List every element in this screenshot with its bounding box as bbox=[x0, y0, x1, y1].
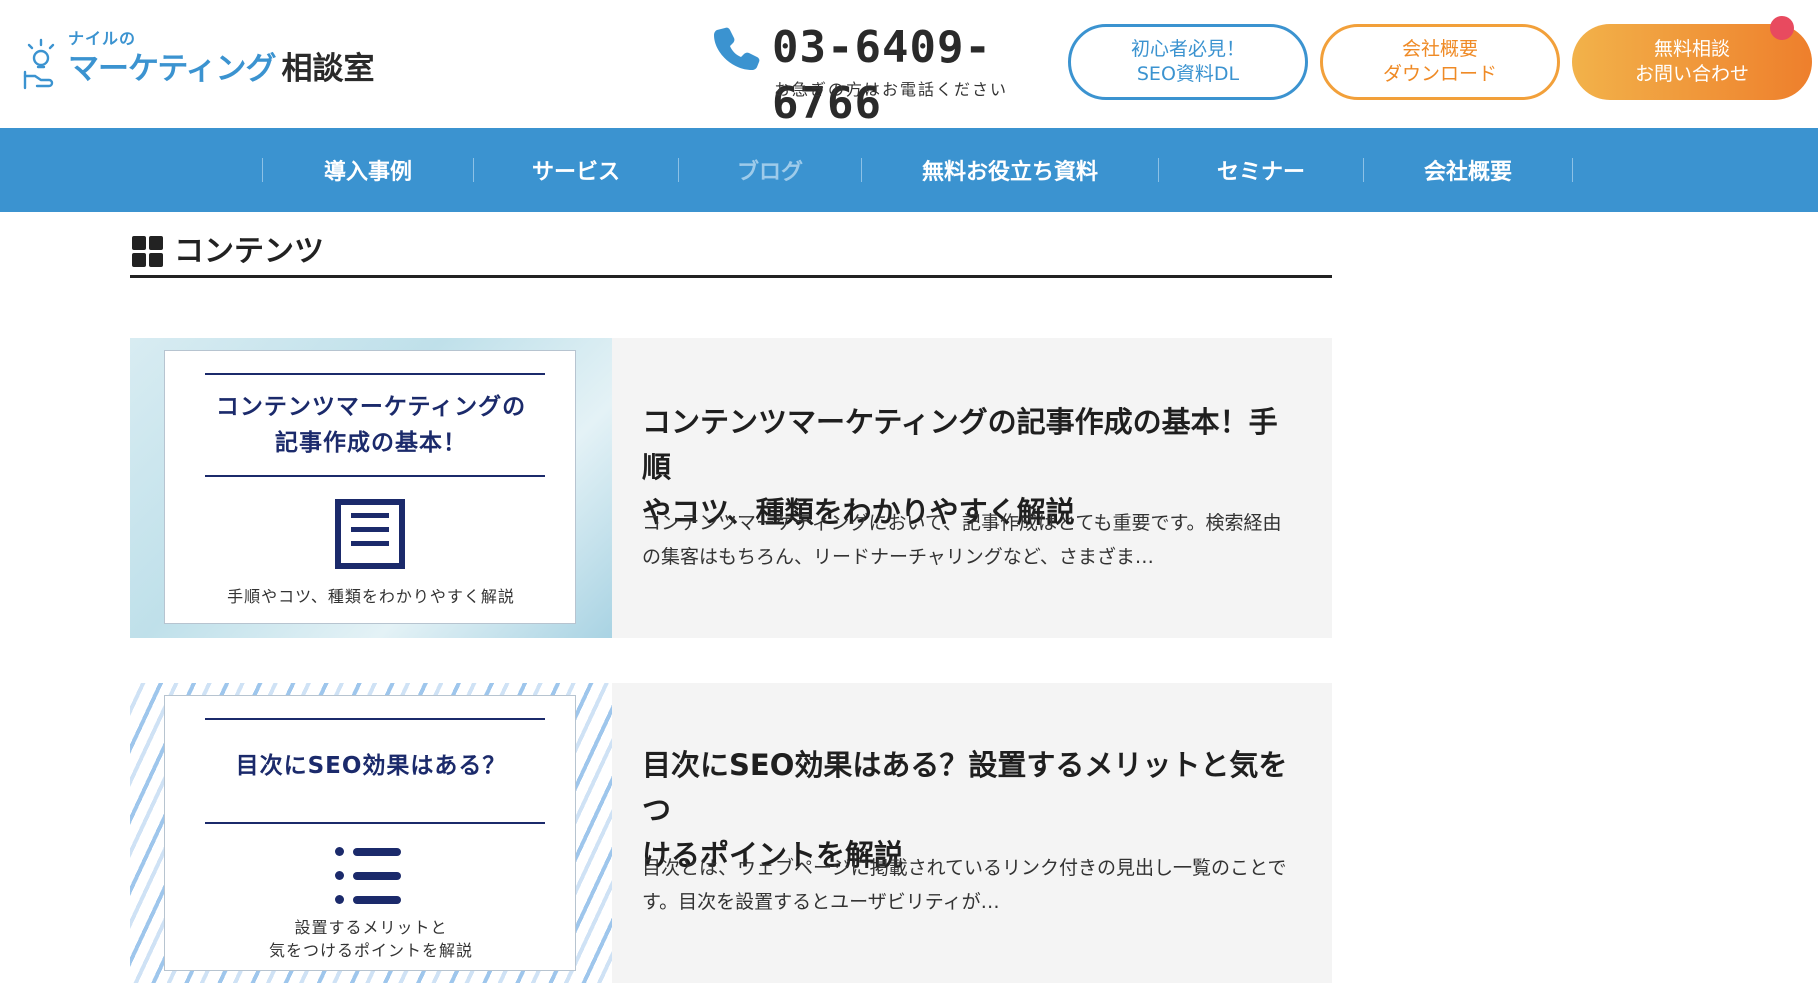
company-profile-download-button[interactable]: 会社概要 ダウンロード bbox=[1320, 24, 1560, 100]
logo-main-dark: 相談室 bbox=[281, 51, 375, 87]
lightbulb-hand-icon bbox=[23, 38, 55, 90]
contact-label-1: 無料相談 bbox=[1653, 38, 1730, 60]
nav-item-company[interactable]: 会社概要 bbox=[1364, 128, 1572, 212]
article-excerpt: コンテンツマーケティングにおいて、記事作成はとても重要です。検索経由 の集客はも… bbox=[642, 506, 1307, 574]
article-title-line-1: 目次にSEO効果はある？設置するメリットと気をつ bbox=[642, 748, 1288, 827]
article-excerpt-line-1: 目次とは、ウェブページに掲載されているリンク付きの見出し一覧のことで bbox=[642, 857, 1287, 879]
phone-note: お急ぎの方はお電話ください bbox=[774, 80, 1009, 99]
site-header: ナイルの マーケティング 相談室 03-6409-6766 お急ぎの方はお電話く… bbox=[0, 0, 1818, 129]
thumbnail-subtitle: 手順やコツ、種類をわかりやすく解説 bbox=[227, 587, 515, 606]
document-icon bbox=[335, 499, 405, 569]
thumbnail-rule bbox=[205, 373, 545, 375]
article-excerpt: 目次とは、ウェブページに掲載されているリンク付きの見出し一覧のことで す。目次を… bbox=[642, 851, 1307, 919]
nav-item-case-studies[interactable]: 導入事例 bbox=[263, 128, 473, 212]
list-icon bbox=[335, 844, 405, 908]
article-card[interactable]: 目次にSEO効果はある？ 設置するメリットと 気をつけるポイントを解説 目次にS… bbox=[130, 683, 1332, 983]
article-thumbnail[interactable]: 目次にSEO効果はある？ 設置するメリットと 気をつけるポイントを解説 bbox=[130, 683, 612, 983]
thumbnail-title-1: 目次にSEO効果はある？ bbox=[235, 753, 507, 779]
nav-item-services[interactable]: サービス bbox=[474, 128, 678, 212]
company-download-label-2: ダウンロード bbox=[1382, 63, 1497, 85]
article-body: コンテンツマーケティングの記事作成の基本！手順 やコツ、種類をわかりやすく解説 … bbox=[612, 338, 1332, 638]
thumbnail-subtitle-2: 気をつけるポイントを解説 bbox=[268, 941, 473, 960]
thumbnail-rule bbox=[205, 718, 545, 720]
thumbnail-panel: コンテンツマーケティングの 記事作成の基本！ 手順やコツ、種類をわかりやすく解説 bbox=[164, 350, 576, 624]
nav-item-blog[interactable]: ブログ bbox=[679, 128, 861, 212]
logo-tagline: ナイルの bbox=[68, 29, 137, 48]
article-excerpt-line-1: コンテンツマーケティングにおいて、記事作成はとても重要です。検索経由 bbox=[642, 512, 1282, 534]
seo-download-label-1: 初心者必見！ bbox=[1130, 38, 1245, 60]
grid-icon bbox=[132, 236, 164, 268]
article-thumbnail[interactable]: コンテンツマーケティングの 記事作成の基本！ 手順やコツ、種類をわかりやすく解説 bbox=[130, 338, 612, 638]
article-title-line-1: コンテンツマーケティングの記事作成の基本！手順 bbox=[642, 405, 1278, 484]
phone-icon bbox=[714, 27, 760, 70]
company-download-label-1: 会社概要 bbox=[1401, 38, 1478, 60]
notification-dot bbox=[1770, 16, 1794, 40]
section-heading: コンテンツ bbox=[130, 232, 1332, 278]
main-nav: 導入事例 サービス ブログ 無料お役立ち資料 セミナー 会社概要 bbox=[0, 128, 1818, 212]
seo-download-button[interactable]: 初心者必見！ SEO資料DL bbox=[1068, 24, 1308, 100]
thumbnail-panel: 目次にSEO効果はある？ 設置するメリットと 気をつけるポイントを解説 bbox=[164, 695, 576, 971]
thumbnail-rule bbox=[205, 475, 545, 477]
nav-item-resources[interactable]: 無料お役立ち資料 bbox=[862, 128, 1158, 212]
article-card[interactable]: コンテンツマーケティングの 記事作成の基本！ 手順やコツ、種類をわかりやすく解説… bbox=[130, 338, 1332, 638]
article-excerpt-line-2: す。目次を設置するとユーザビリティが… bbox=[642, 891, 1000, 913]
site-logo[interactable]: ナイルの マーケティング 相談室 bbox=[22, 30, 375, 92]
phone-contact[interactable]: 03-6409-6766 お急ぎの方はお電話ください bbox=[712, 20, 1042, 129]
nav-divider bbox=[1572, 158, 1573, 182]
thumbnail-subtitle-1: 設置するメリットと bbox=[294, 918, 448, 937]
section-title: コンテンツ bbox=[174, 234, 324, 269]
article-body: 目次にSEO効果はある？設置するメリットと気をつ けるポイントを解説 目次とは、… bbox=[612, 683, 1332, 983]
seo-download-label-2: SEO資料DL bbox=[1136, 63, 1240, 85]
article-excerpt-line-2: の集客はもちろん、リードナーチャリングなど、さまざま… bbox=[642, 546, 1154, 568]
logo-main-blue: マーケティング bbox=[68, 51, 277, 87]
nav-item-seminars[interactable]: セミナー bbox=[1159, 128, 1363, 212]
thumbnail-rule bbox=[205, 822, 545, 824]
contact-label-2: お問い合わせ bbox=[1634, 63, 1749, 85]
thumbnail-title-1: コンテンツマーケティングの bbox=[215, 394, 527, 420]
thumbnail-title-2: 記事作成の基本！ bbox=[275, 430, 467, 456]
